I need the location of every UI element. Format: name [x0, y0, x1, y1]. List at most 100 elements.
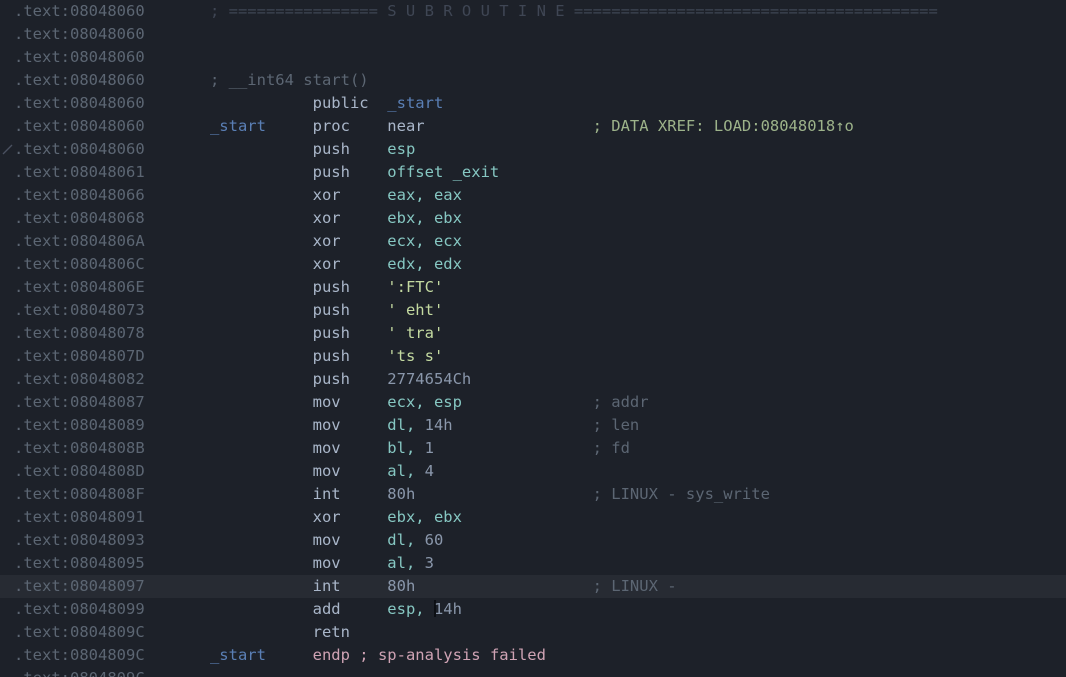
line-operands: 80h — [387, 485, 415, 503]
line-mnemonic: xor — [312, 186, 388, 204]
operand-padding — [425, 117, 593, 135]
line-label — [210, 163, 313, 181]
line-mnemonic: xor — [312, 255, 388, 273]
operand-symbol: _start — [387, 94, 444, 112]
code-line[interactable]: .text:08048061 push offset _exit — [0, 161, 1066, 184]
code-line[interactable]: .text:08048060 _start proc near ; DATA X… — [0, 115, 1066, 138]
line-address: .text:08048066 — [14, 186, 210, 204]
code-line[interactable]: .text:0804809C _start endp ; sp-analysis… — [0, 644, 1066, 667]
code-line[interactable]: .text:0804807D push 'ts s' — [0, 345, 1066, 368]
line-label — [210, 577, 313, 595]
code-line[interactable]: .text:0804808F int 80h ; LINUX - sys_wri… — [0, 483, 1066, 506]
code-line[interactable]: .text:0804809C retn — [0, 621, 1066, 644]
line-operands: dl, 60 — [387, 531, 443, 549]
line-mnemonic: mov — [312, 531, 388, 549]
code-line[interactable]: .text:08048097 int 80h ; LINUX - — [0, 575, 1066, 598]
code-line[interactable]: .text:08048073 push ' eht' — [0, 299, 1066, 322]
line-address: .text:08048078 — [14, 324, 210, 342]
line-address: .text:08048097 — [14, 577, 210, 595]
code-line[interactable]: .text:08048060 public _start — [0, 92, 1066, 115]
line-address: .text:08048099 — [14, 600, 210, 618]
line-operands: ebx, ebx — [387, 209, 462, 227]
line-operands: al, 3 — [387, 554, 434, 572]
line-address: .text:08048060 — [14, 25, 210, 43]
code-line[interactable]: .text:08048060 — [0, 46, 1066, 69]
line-address: .text:08048095 — [14, 554, 210, 572]
operand-register: al, — [387, 462, 425, 480]
line-mnemonic: push — [312, 370, 388, 388]
line-operands: _start — [387, 94, 443, 112]
disassembly-view[interactable]: .text:08048060 ; ================ S U B … — [0, 0, 1066, 677]
code-line[interactable]: .text:08048068 xor ebx, ebx — [0, 207, 1066, 230]
line-address: .text:08048060 — [14, 48, 210, 66]
line-address: .text:08048091 — [14, 508, 210, 526]
code-line[interactable]: .text:08048060 push esp — [0, 138, 1066, 161]
operand-number: 1 — [424, 439, 434, 457]
line-address: .text:08048087 — [14, 393, 210, 411]
code-line[interactable]: .text:08048060 ; __int64 start() — [0, 69, 1066, 92]
line-mnemonic: mov — [312, 416, 388, 434]
line-comment: ; LINUX - — [592, 577, 686, 595]
line-mnemonic: xor — [312, 508, 388, 526]
operand-string: 'ts s' — [387, 347, 444, 365]
line-address: .text:08048060 — [14, 140, 210, 158]
line-label — [210, 439, 313, 457]
code-lines-container[interactable]: .text:08048060 ; ================ S U B … — [0, 0, 1066, 677]
code-line[interactable]: .text:08048082 push 2774654Ch — [0, 368, 1066, 391]
line-mnemonic: push — [312, 163, 388, 181]
code-line[interactable]: .text:0804809C — [0, 667, 1066, 677]
line-operands: ' tra' — [387, 324, 443, 342]
line-comment: ; sp-analysis failed — [359, 646, 546, 664]
line-comment: ; LINUX - sys_write — [592, 485, 770, 503]
code-line[interactable]: .text:08048066 xor eax, eax — [0, 184, 1066, 207]
code-line[interactable]: .text:08048095 mov al, 3 — [0, 552, 1066, 575]
code-line[interactable]: .text:0804808D mov al, 4 — [0, 460, 1066, 483]
operand-number: 60 — [424, 531, 444, 549]
operand-register: ecx, esp — [387, 393, 462, 411]
code-line[interactable]: .text:0804806E push ':FTC' — [0, 276, 1066, 299]
line-operands: eax, eax — [387, 186, 462, 204]
line-comment: ; addr — [592, 393, 649, 411]
code-line[interactable]: .text:08048089 mov dl, 14h ; len — [0, 414, 1066, 437]
line-comment: ; fd — [592, 439, 630, 457]
line-operands: near — [387, 117, 424, 135]
code-line[interactable]: .text:08048060 — [0, 23, 1066, 46]
code-line[interactable]: .text:0804806C xor edx, edx — [0, 253, 1066, 276]
code-line[interactable]: .text:08048093 mov dl, 60 — [0, 529, 1066, 552]
operand-proc-type: near — [387, 117, 425, 135]
code-line[interactable]: .text:08048078 push ' tra' — [0, 322, 1066, 345]
line-comment: ; __int64 start() — [209, 71, 369, 89]
line-operands: 2774654Ch — [387, 370, 471, 388]
code-line[interactable]: .text:08048091 xor ebx, ebx — [0, 506, 1066, 529]
line-mnemonic: mov — [312, 393, 388, 411]
line-mnemonic: endp — [312, 646, 360, 664]
operand-number: 80h — [387, 577, 416, 595]
line-address: .text:08048060 — [14, 117, 210, 135]
line-label — [210, 186, 313, 204]
code-line[interactable]: .text:08048099 add esp, 14h — [0, 598, 1066, 621]
line-label — [210, 370, 313, 388]
line-comment: ; DATA XREF: LOAD:08048018↑o — [592, 117, 854, 135]
line-mnemonic: push — [312, 140, 388, 158]
line-operands: esp, 14h — [387, 600, 462, 618]
code-line[interactable]: .text:0804808B mov bl, 1 ; fd — [0, 437, 1066, 460]
line-comment: ; len — [592, 416, 640, 434]
operand-number: 2774654Ch — [387, 370, 472, 388]
line-label — [210, 462, 313, 480]
line-address: .text:08048073 — [14, 301, 210, 319]
line-address: .text:08048060 — [14, 2, 210, 20]
operand-register: al, — [387, 554, 425, 572]
operand-padding — [415, 577, 592, 595]
line-mnemonic: retn — [312, 623, 388, 641]
line-mnemonic: mov — [312, 462, 388, 480]
operand-string: ' tra' — [387, 324, 444, 342]
line-operands: edx, edx — [387, 255, 462, 273]
line-operands: ecx, esp — [387, 393, 462, 411]
line-operands: dl, 14h — [387, 416, 452, 434]
line-label — [210, 531, 313, 549]
line-address: .text:08048061 — [14, 163, 210, 181]
code-line[interactable]: .text:08048087 mov ecx, esp ; addr — [0, 391, 1066, 414]
code-line[interactable]: .text:0804806A xor ecx, ecx — [0, 230, 1066, 253]
code-line[interactable]: .text:08048060 ; ================ S U B … — [0, 0, 1066, 23]
operand-string: ' eht' — [387, 301, 444, 319]
